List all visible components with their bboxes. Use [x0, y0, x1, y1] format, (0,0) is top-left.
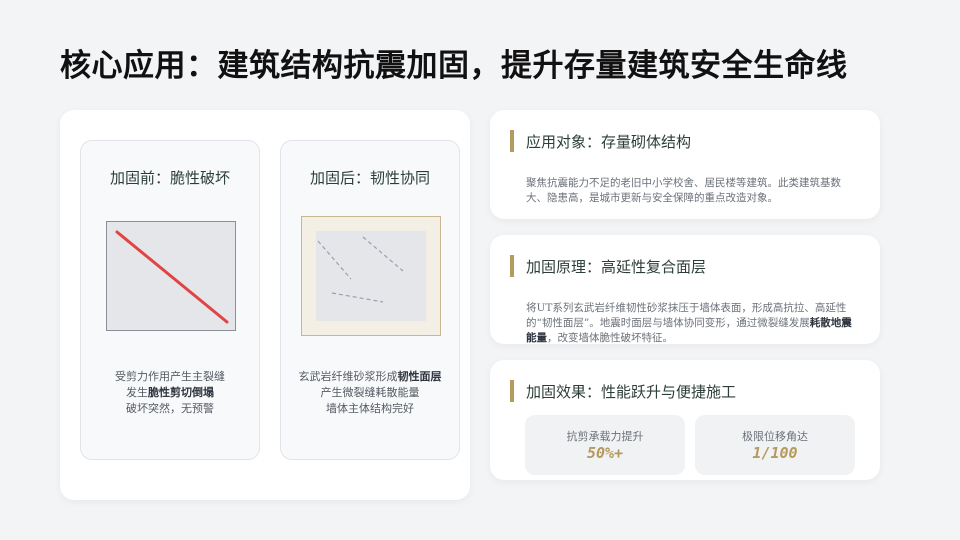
- after-desc-highlight: 韧性面层: [397, 370, 442, 383]
- after-card: 加固后：韧性协同 玄武岩纤维砂浆形成韧性面层 产生微裂缝耗散能量 墙体主体结构完…: [280, 140, 460, 460]
- after-card-description: 玄武岩纤维砂浆形成韧性面层 产生微裂缝耗散能量 墙体主体结构完好: [281, 369, 459, 417]
- info-card-title: 加固原理：高延性复合面层: [526, 257, 707, 276]
- micro-crack-graphic: [317, 236, 404, 303]
- info-card-principle: 加固原理：高延性复合面层 将UT系列玄武岩纤维韧性砂浆抹压于墙体表面，形成高抗拉…: [490, 235, 880, 344]
- before-card-title: 加固前：脆性破坏: [109, 169, 230, 187]
- after-desc-line: 产生微裂缝耗散能量: [320, 386, 420, 399]
- info-card-body: 将UT系列玄武岩纤维韧性砂浆抹压于墙体表面，形成高抗拉、高延性的“韧性面层”。地…: [526, 302, 852, 344]
- info-card-title: 加固效果：性能跃升与便捷施工: [526, 382, 737, 401]
- accent-bar: [510, 130, 514, 152]
- info-card-application: 应用对象：存量砌体结构 聚焦抗震能力不足的老旧中小学校舍、居民楼等建筑。此类建筑…: [490, 110, 880, 219]
- stat-value: 50%+: [586, 444, 624, 462]
- accent-bar: [510, 380, 514, 402]
- info-card-body: 聚焦抗震能力不足的老旧中小学校舍、居民楼等建筑。此类建筑基数大、隐患高，是城市更…: [526, 177, 841, 204]
- info-card-effect: 加固效果：性能跃升与便捷施工 抗剪承载力提升 50%+ 极限位移角达 1/100: [490, 360, 880, 480]
- stat-label: 极限位移角达: [742, 430, 808, 443]
- accent-bar: [510, 255, 514, 277]
- before-desc-highlight: 脆性剪切倒塌: [148, 386, 214, 399]
- wall-after-illustration: [301, 216, 441, 336]
- info-card-title: 应用对象：存量砌体结构: [526, 132, 692, 151]
- stat-shear-capacity: 抗剪承载力提升 50%+: [525, 415, 685, 475]
- stat-drift-angle: 极限位移角达 1/100: [695, 415, 855, 475]
- comparison-panel: 加固前：脆性破坏 受剪力作用产生主裂缝 发生脆性剪切倒塌 破坏突然，无预警 加固…: [60, 110, 470, 500]
- main-crack-graphic: [115, 230, 229, 324]
- before-desc-line: 受剪力作用产生主裂缝: [115, 370, 225, 383]
- after-desc-line: 墙体主体结构完好: [326, 402, 414, 415]
- before-card: 加固前：脆性破坏 受剪力作用产生主裂缝 发生脆性剪切倒塌 破坏突然，无预警: [80, 140, 260, 460]
- page-title: 核心应用：建筑结构抗震加固，提升存量建筑安全生命线: [60, 48, 848, 84]
- wall-before-illustration: [106, 221, 236, 331]
- after-card-title: 加固后：韧性协同: [309, 169, 430, 187]
- before-desc-line: 发生脆性剪切倒塌: [126, 386, 214, 399]
- before-desc-line: 破坏突然，无预警: [126, 402, 214, 415]
- before-card-description: 受剪力作用产生主裂缝 发生脆性剪切倒塌 破坏突然，无预警: [81, 369, 259, 417]
- wall-core: [316, 231, 426, 321]
- stat-value: 1/100: [752, 444, 798, 462]
- stat-label: 抗剪承载力提升: [566, 430, 644, 443]
- after-desc-line: 玄武岩纤维砂浆形成韧性面层: [298, 370, 442, 383]
